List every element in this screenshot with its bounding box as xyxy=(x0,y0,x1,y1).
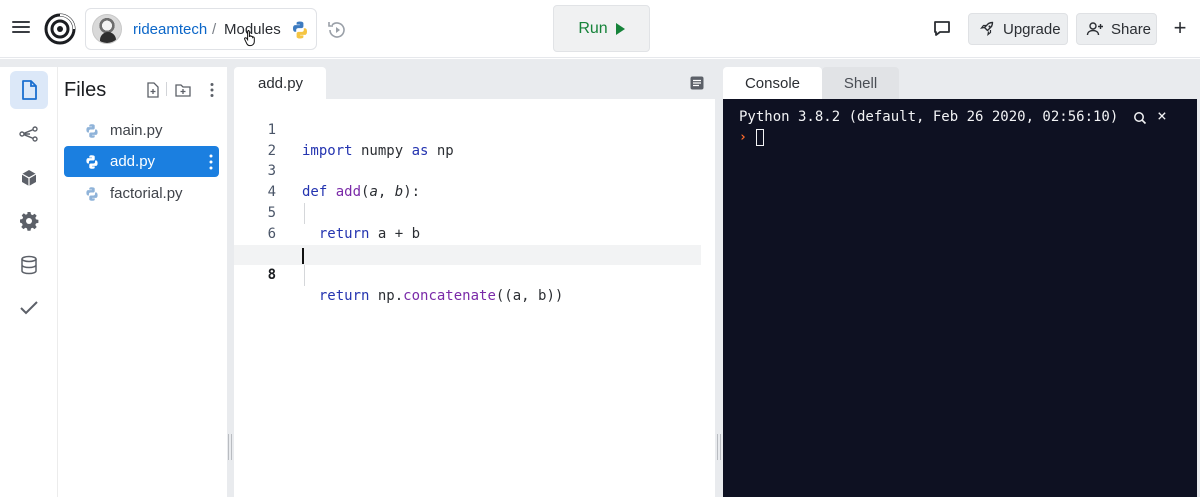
editor-tab-bar: add.py xyxy=(234,67,715,99)
code-text: return np.concatenate((a, b)) xyxy=(318,288,564,305)
chat-icon[interactable] xyxy=(932,19,952,39)
share-nodes-icon xyxy=(19,126,38,142)
new-file-icon[interactable] xyxy=(144,81,162,99)
divider xyxy=(166,82,167,96)
console-tab-bar: Console Shell xyxy=(723,67,1200,99)
code-area[interactable]: 1 import numpy as np 2 3 def add(a, b): … xyxy=(234,99,701,305)
share-button[interactable]: Share xyxy=(1076,13,1157,45)
python-file-icon xyxy=(86,154,98,169)
code-line: 2 xyxy=(234,120,701,159)
new-tab-button[interactable]: + xyxy=(1170,16,1190,40)
kebab-menu-icon[interactable] xyxy=(203,81,221,99)
indent-guide xyxy=(304,265,305,287)
code-line: 1 import numpy as np xyxy=(234,99,701,159)
pointer-hand-icon xyxy=(244,30,255,47)
code-editor: add.py 1 import numpy as np 2 3 def add(… xyxy=(234,67,715,497)
sidebar-item-files[interactable] xyxy=(10,71,48,109)
replit-logo[interactable] xyxy=(44,13,76,45)
run-label: Run xyxy=(578,19,608,37)
terminal-cursor xyxy=(756,129,764,146)
sidebar-item-settings[interactable] xyxy=(10,202,48,240)
workspace: Files main.py add.py factorial.py add.py… xyxy=(0,59,1200,497)
terminal[interactable]: Python 3.8.2 (default, Feb 26 2020, 02:5… xyxy=(723,99,1197,497)
database-icon xyxy=(21,255,37,275)
code-line: 3 def add(a, b): xyxy=(234,141,701,200)
repl-chip[interactable]: rideamtech / Modules xyxy=(85,8,317,50)
search-icon[interactable] xyxy=(1133,111,1147,125)
files-panel: Files main.py add.py factorial.py xyxy=(57,67,227,497)
file-item-add-py[interactable]: add.py xyxy=(64,146,219,177)
hamburger-icon[interactable] xyxy=(10,18,32,40)
breadcrumb-separator: / xyxy=(212,21,217,38)
play-icon xyxy=(615,22,625,35)
line-number: 8 xyxy=(267,267,276,284)
gear-icon xyxy=(20,212,39,231)
tab-console[interactable]: Console xyxy=(723,67,822,99)
resize-handle-right[interactable] xyxy=(717,434,721,460)
history-icon[interactable] xyxy=(326,19,348,41)
code-line-current: 8 xyxy=(234,244,701,283)
run-button[interactable]: Run xyxy=(553,5,650,52)
sidebar-rail xyxy=(0,67,57,497)
code-line: 4 return a + b xyxy=(234,161,701,242)
sidebar-item-version-control[interactable] xyxy=(10,115,48,153)
rocket-icon xyxy=(980,21,994,36)
file-name: add.py xyxy=(110,153,156,170)
add-person-icon xyxy=(1086,22,1103,36)
python-banner: Python 3.8.2 (default, Feb 26 2020, 02:5… xyxy=(739,109,1119,125)
check-icon xyxy=(20,301,38,315)
share-label: Share xyxy=(1111,20,1152,38)
close-icon[interactable]: × xyxy=(1155,107,1169,125)
editor-menu-icon[interactable] xyxy=(690,76,704,90)
code-line: 7 return np.concatenate((a, b)) xyxy=(234,224,701,305)
prompt-symbol: › xyxy=(739,130,747,145)
tab-shell[interactable]: Shell xyxy=(822,67,899,99)
files-title: Files xyxy=(64,79,107,101)
file-name: main.py xyxy=(110,122,163,139)
sidebar-item-packages[interactable] xyxy=(10,159,48,197)
console-panel: Console Shell Python 3.8.2 (default, Feb… xyxy=(723,67,1200,497)
text-caret xyxy=(302,247,304,264)
upgrade-label: Upgrade xyxy=(1003,20,1061,38)
file-item-main-py[interactable]: main.py xyxy=(64,115,219,146)
upgrade-button[interactable]: Upgrade xyxy=(968,13,1068,45)
owner-link[interactable]: rideamtech xyxy=(133,21,207,38)
code-line: 6 def add_arrays(a, b): xyxy=(234,203,701,263)
file-icon xyxy=(22,80,37,100)
sidebar-item-unit-tests[interactable] xyxy=(10,289,48,327)
tab-add-py[interactable]: add.py xyxy=(234,67,326,99)
python-icon xyxy=(293,21,307,39)
file-kebab-icon[interactable] xyxy=(209,154,213,170)
avatar[interactable] xyxy=(92,14,122,44)
resize-handle-left[interactable] xyxy=(228,434,232,460)
python-file-icon xyxy=(86,186,98,201)
code-line: 5 xyxy=(234,182,701,221)
top-bar: rideamtech / Modules Run Upgrade Share + xyxy=(0,0,1200,58)
file-item-factorial-py[interactable]: factorial.py xyxy=(64,178,219,209)
cube-icon xyxy=(21,170,37,186)
sidebar-item-database[interactable] xyxy=(10,246,48,284)
file-name: factorial.py xyxy=(110,185,183,202)
python-file-icon xyxy=(86,123,98,138)
new-folder-icon[interactable] xyxy=(174,81,192,99)
